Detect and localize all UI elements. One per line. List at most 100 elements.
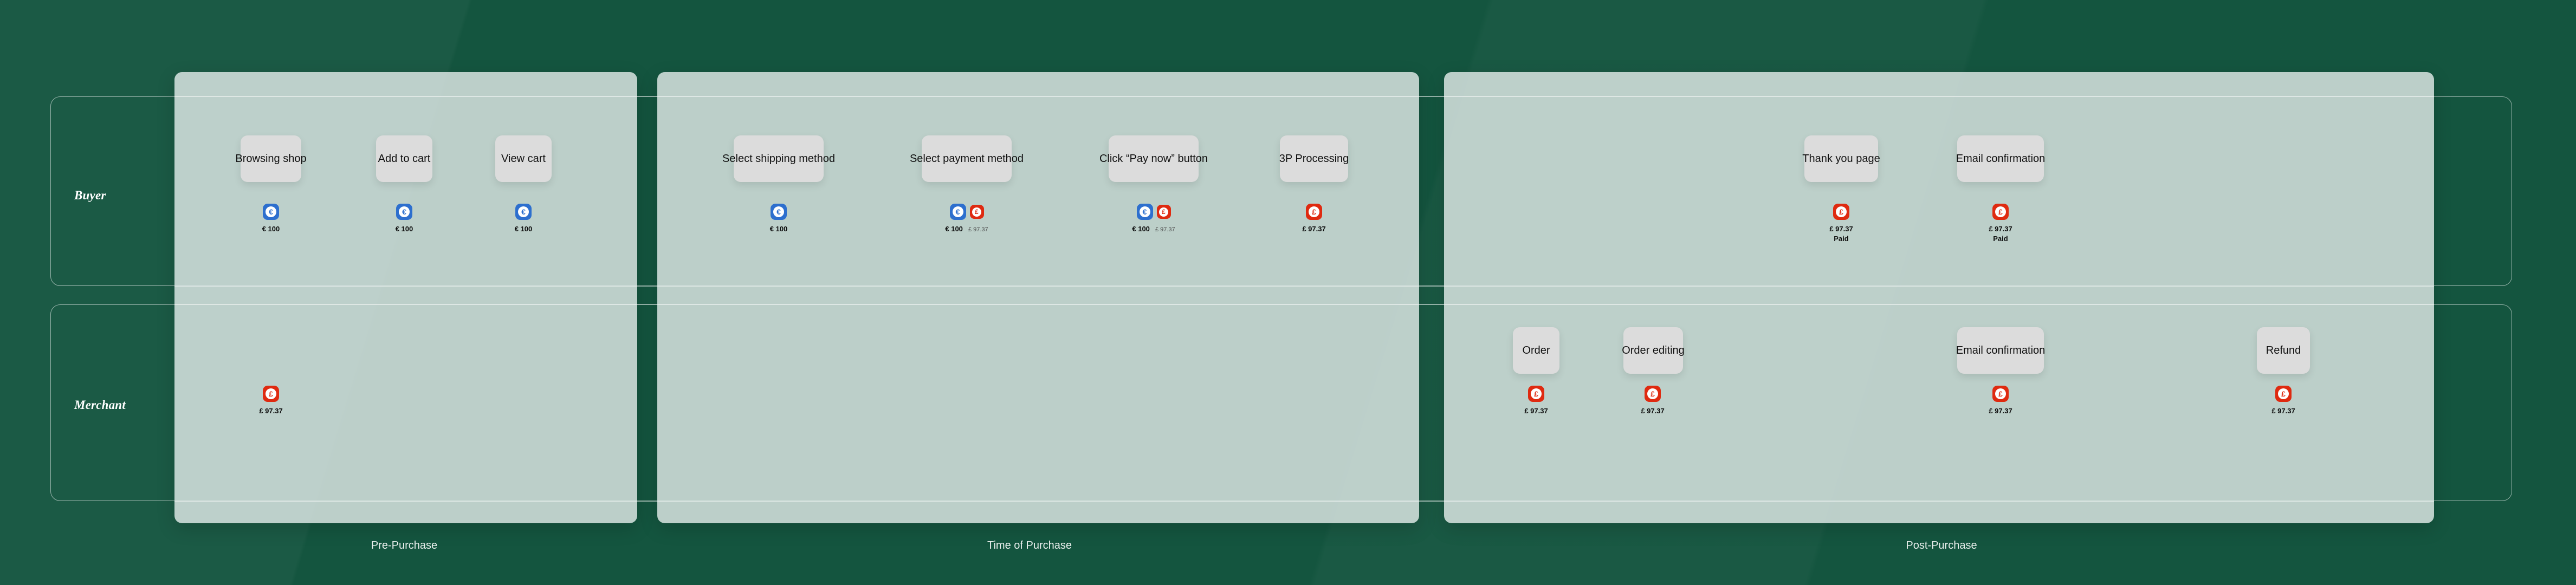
badge-row: £ [1528, 386, 1544, 402]
step-chip-email-confirmation-buyer[interactable]: Email confirmation [1957, 135, 2044, 182]
step-chip-3p-processing[interactable]: 3P Processing [1280, 135, 1348, 182]
pound-badge-icon: £ [1992, 204, 2009, 220]
euro-symbol: € [518, 206, 529, 217]
badge-group-buyer-3p-processing: £ £ 97.37 [1281, 204, 1347, 233]
pound-symbol: £ [1836, 206, 1847, 217]
payment-status: Paid [1993, 235, 2008, 243]
badge-row: € £ [1137, 204, 1171, 220]
phase-caption-time-of-purchase: Time of Purchase [943, 540, 1116, 552]
amount-secondary: £ 97.37 [1155, 226, 1175, 233]
step-chip-browsing-shop[interactable]: Browsing shop [241, 135, 301, 182]
pound-badge-icon: £ [1306, 204, 1322, 220]
amount-row: € 100 [770, 225, 788, 233]
badge-row: € £ [950, 204, 984, 220]
badge-row: £ [1992, 386, 2009, 402]
badge-row: £ [1306, 204, 1322, 220]
amount-row: € 100 £ 97.37 [945, 225, 988, 233]
euro-symbol: € [266, 206, 276, 217]
badge-group-buyer-click-pay-now-button: € £ € 100 £ 97.37 [1121, 204, 1186, 233]
euro-badge-icon: € [263, 204, 279, 220]
amount-row: £ 97.37 [1302, 225, 1325, 233]
step-chip-order[interactable]: Order [1513, 327, 1559, 374]
badge-group-buyer-browsing-shop: € € 100 [238, 204, 303, 233]
amount-primary: £ 97.37 [1302, 225, 1325, 233]
amount-primary: € 100 [945, 225, 963, 233]
amount-primary: £ 97.37 [259, 407, 282, 415]
amount-row: £ 97.37 [1989, 407, 2012, 415]
amount-row: € 100 [396, 225, 413, 233]
step-chip-click-pay-now-button[interactable]: Click “Pay now” button [1109, 135, 1199, 182]
amount-row: £ 97.37 [2271, 407, 2295, 415]
badge-group-buyer-email-confirmation: £ £ 97.37 Paid [1968, 204, 2033, 243]
step-chip-email-confirmation-merchant[interactable]: Email confirmation [1957, 327, 2044, 374]
badge-group-buyer-select-shipping-method: € € 100 [746, 204, 811, 233]
amount-row: € 100 [262, 225, 280, 233]
step-chip-view-cart[interactable]: View cart [495, 135, 552, 182]
amount-row: € 100 £ 97.37 [1132, 225, 1175, 233]
amount-row: £ 97.37 [259, 407, 282, 415]
row-label-merchant: Merchant [74, 398, 126, 412]
badge-row: € [515, 204, 532, 220]
amount-primary: £ 97.37 [1829, 225, 1853, 233]
badge-row: € [771, 204, 787, 220]
euro-symbol: € [1140, 206, 1150, 217]
step-chip-add-to-cart[interactable]: Add to cart [376, 135, 432, 182]
pound-badge-icon: £ [1645, 386, 1661, 402]
amount-row: € 100 [515, 225, 533, 233]
phase-panel-post-purchase [1444, 72, 2434, 523]
euro-symbol: € [953, 206, 963, 217]
step-chip-select-shipping-method[interactable]: Select shipping method [734, 135, 824, 182]
pound-badge-icon: £ [263, 386, 279, 402]
euro-symbol: € [773, 206, 784, 217]
step-chip-refund[interactable]: Refund [2257, 327, 2310, 374]
amount-secondary: £ 97.37 [968, 226, 988, 233]
badge-group-buyer-add-to-cart: € € 100 [372, 204, 437, 233]
pound-symbol: £ [1159, 207, 1168, 217]
badge-row: £ [1992, 204, 2009, 220]
amount-primary: £ 97.37 [1524, 407, 1548, 415]
pound-symbol: £ [266, 388, 276, 399]
amount-primary: £ 97.37 [1641, 407, 1664, 415]
pound-symbol: £ [1995, 388, 2006, 399]
badge-group-buyer-view-cart: € € 100 [491, 204, 556, 233]
badge-group-merchant-refund: £ £ 97.37 [2251, 386, 2316, 415]
pound-symbol: £ [2278, 388, 2289, 399]
pound-symbol: £ [1647, 388, 1658, 399]
pound-badge-icon: £ [1833, 204, 1849, 220]
pound-symbol: £ [1995, 206, 2006, 217]
pound-badge-icon: £ [1992, 386, 2009, 402]
badge-row: £ [263, 386, 279, 402]
step-chip-order-editing[interactable]: Order editing [1623, 327, 1683, 374]
euro-badge-icon: € [515, 204, 532, 220]
euro-badge-icon: € [771, 204, 787, 220]
euro-badge-icon: € [396, 204, 412, 220]
badge-group-merchant-pre-purchase: £ £ 97.37 [238, 386, 303, 415]
pound-symbol: £ [1309, 206, 1319, 217]
pound-badge-icon: £ [1528, 386, 1544, 402]
amount-primary: € 100 [1132, 225, 1150, 233]
amount-primary: £ 97.37 [1989, 225, 2012, 233]
amount-primary: £ 97.37 [1989, 407, 2012, 415]
amount-primary: £ 97.37 [2271, 407, 2295, 415]
badge-row: £ [1833, 204, 1849, 220]
badge-group-buyer-thank-you-page: £ £ 97.37 Paid [1809, 204, 1874, 243]
amount-primary: € 100 [262, 225, 280, 233]
row-label-buyer: Buyer [74, 188, 106, 203]
badge-row: £ [2275, 386, 2292, 402]
amount-row: £ 97.37 [1989, 225, 2012, 233]
badge-row: £ [1645, 386, 1661, 402]
euro-badge-icon: € [1137, 204, 1153, 220]
badge-group-merchant-order-editing: £ £ 97.37 [1620, 386, 1685, 415]
pound-symbol: £ [1531, 388, 1542, 399]
badge-group-merchant-order: £ £ 97.37 [1504, 386, 1569, 415]
badge-row: € [263, 204, 279, 220]
pound-badge-icon: £ [970, 205, 984, 219]
badge-group-merchant-email-confirmation: £ £ 97.37 [1968, 386, 2033, 415]
phase-caption-post-purchase: Post-Purchase [1855, 540, 2028, 552]
pound-badge-icon: £ [1157, 205, 1171, 219]
amount-row: £ 97.37 [1829, 225, 1853, 233]
step-chip-select-payment-method[interactable]: Select payment method [922, 135, 1012, 182]
step-chip-thank-you-page[interactable]: Thank you page [1804, 135, 1878, 182]
payment-status: Paid [1834, 235, 1848, 243]
euro-badge-icon: € [950, 204, 966, 220]
